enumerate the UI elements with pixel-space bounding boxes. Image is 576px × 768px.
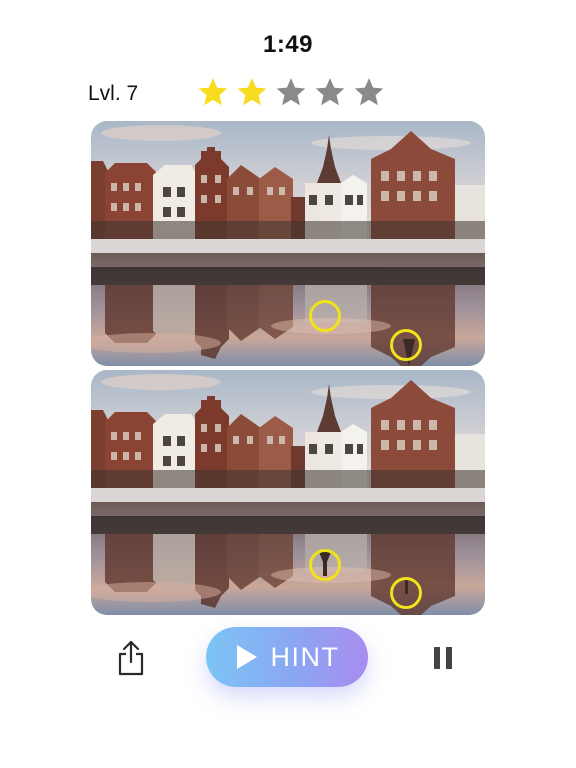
star-icon xyxy=(276,78,306,106)
original-image[interactable] xyxy=(91,121,485,366)
share-button[interactable] xyxy=(116,640,146,676)
star-icon xyxy=(237,78,267,106)
star-icon xyxy=(354,78,384,106)
pause-button[interactable] xyxy=(433,646,453,670)
found-difference-marker xyxy=(390,577,422,609)
play-icon xyxy=(236,645,257,669)
star-icon xyxy=(315,78,345,106)
pause-icon xyxy=(434,647,452,669)
timer: 1:49 xyxy=(262,31,314,58)
star-rating xyxy=(197,76,385,108)
hint-button[interactable]: HINT xyxy=(206,627,368,687)
star-icon xyxy=(198,78,228,106)
modified-image[interactable] xyxy=(91,370,485,615)
found-difference-marker xyxy=(390,329,422,361)
found-difference-marker xyxy=(309,300,341,332)
hint-label: HINT xyxy=(270,641,340,672)
level-label: Lvl. 7 xyxy=(88,82,139,105)
found-difference-marker xyxy=(309,549,341,581)
share-icon xyxy=(118,640,144,676)
